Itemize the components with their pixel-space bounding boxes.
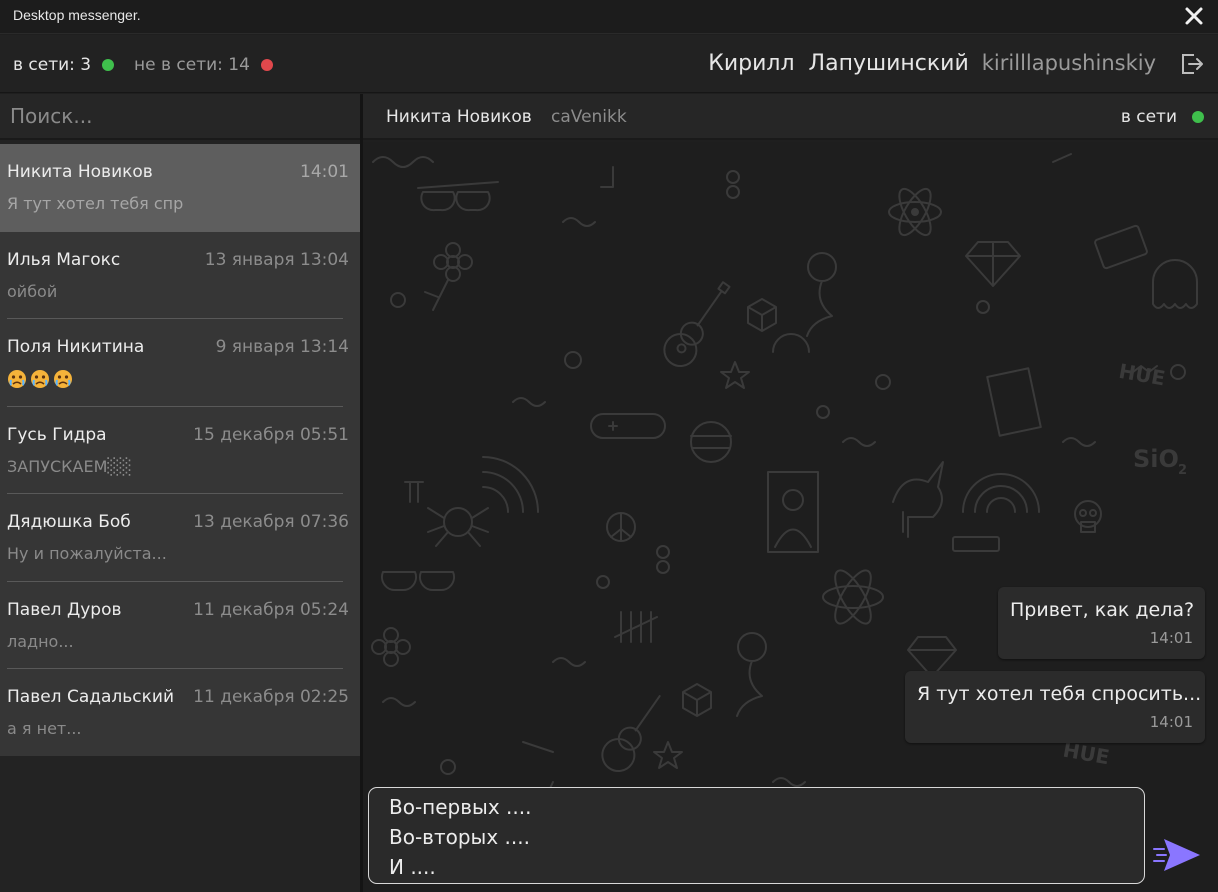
- offline-count-label: не в сети: 14: [134, 55, 250, 75]
- online-count-label: в сети: 3: [13, 55, 92, 75]
- peer-username: caVenikk: [551, 107, 627, 127]
- current-user-username: kirilllapushinskiy: [981, 51, 1156, 75]
- chat-item-gus-gidra[interactable]: Гусь Гидра 15 декабря 05:51 ЗАПУСКАЕМ░░: [0, 407, 360, 494]
- online-indicator: [102, 59, 115, 71]
- search-input[interactable]: [0, 94, 360, 138]
- chat-time: 11 декабря 02:25: [193, 687, 349, 707]
- chat-time: 15 декабря 05:51: [193, 424, 349, 445]
- chat-list: Никита Новиков 14:01 Я тут хотел тебя сп…: [0, 144, 360, 756]
- window-title: Desktop messenger.: [13, 7, 141, 23]
- svg-text:2: 2: [1178, 463, 1187, 478]
- sad-face-emoji-icon: [8, 370, 26, 388]
- online-count: в сети: 3: [13, 55, 115, 75]
- status-bar: в сети: 3 не в сети: 14 Кирилл Лапушинск…: [0, 35, 1218, 93]
- chat-time: 13 января 13:04: [204, 249, 349, 270]
- chat-preview: Ну и пожалуйста...: [7, 544, 167, 563]
- offline-indicator: [260, 59, 273, 71]
- chat-item-pavel-durov[interactable]: Павел Дуров 11 декабря 05:24 ладно...: [0, 582, 360, 669]
- chat-preview: Я тут хотел тебя спр: [7, 194, 184, 213]
- sidebar: Никита Новиков 14:01 Я тут хотел тебя сп…: [0, 94, 360, 892]
- peer-status: в сети: [1120, 107, 1177, 127]
- chat-time: 13 декабря 07:36: [193, 512, 349, 532]
- svg-text:SiO: SiO: [1133, 445, 1179, 473]
- chat-name: Илья Магокс: [7, 249, 121, 270]
- chat-item-pavel-sadalsky[interactable]: Павел Садальский 11 декабря 02:25 а я не…: [0, 669, 360, 757]
- message-area: HUE SiO 2 HUE Привет, как дела? 14:01 Я …: [363, 142, 1218, 892]
- svg-text:HUE: HUE: [1117, 359, 1167, 391]
- chat-item-dyadyushka-bob[interactable]: Дядюшка Боб 13 декабря 07:36 Ну и пожалу…: [0, 494, 360, 582]
- send-icon[interactable]: [1152, 835, 1202, 875]
- chat-preview: а я нет...: [7, 719, 82, 738]
- chat-name: Павел Дуров: [7, 599, 122, 620]
- chat-name: Гусь Гидра: [7, 424, 107, 445]
- offline-count: не в сети: 14: [134, 55, 273, 75]
- current-user-name: Кирилл Лапушинский: [708, 51, 969, 76]
- search-box: [0, 94, 360, 140]
- chat-preview: ладно...: [7, 631, 74, 651]
- chat-item-ilya-magoks[interactable]: Илья Магокс 13 января 13:04 ойбой: [0, 232, 360, 319]
- peer-online-indicator: [1192, 111, 1204, 123]
- message-time: 14:01: [1149, 629, 1193, 647]
- chat-name: Поля Никитина: [7, 337, 145, 357]
- message-bubble: Привет, как дела? 14:01: [998, 587, 1205, 659]
- title-bar: Desktop messenger.: [0, 0, 1218, 34]
- current-user: Кирилл Лапушинский kirilllapushinskiy: [708, 51, 1156, 76]
- message-input[interactable]: [369, 788, 1144, 883]
- chat-time: 9 января 13:14: [215, 337, 349, 357]
- chat-header: Никита Новиков caVenikk в сети: [363, 94, 1218, 140]
- message-time: 14:01: [1149, 713, 1193, 731]
- message-text: Я тут хотел тебя спросить...: [917, 683, 1202, 705]
- chat-time: 11 декабря 05:24: [193, 599, 349, 620]
- chat-name: Павел Садальский: [7, 687, 175, 707]
- logout-icon[interactable]: [1178, 51, 1204, 77]
- chat-name: Никита Новиков: [7, 162, 153, 182]
- chat-preview: ойбой: [7, 281, 58, 301]
- sad-face-emoji-icon: [31, 370, 49, 388]
- chat-preview: [7, 369, 73, 389]
- chat-time: 14:01: [300, 162, 349, 182]
- sad-face-emoji-icon: [54, 370, 72, 388]
- chat-item-nikita-novikov[interactable]: Никита Новиков 14:01 Я тут хотел тебя сп…: [0, 144, 360, 232]
- chat-item-polya-nikitina[interactable]: Поля Никитина 9 января 13:14: [0, 319, 360, 407]
- message-bubble: Я тут хотел тебя спросить... 14:01: [905, 671, 1205, 743]
- chat-name: Дядюшка Боб: [7, 512, 131, 532]
- close-icon[interactable]: [1182, 4, 1206, 28]
- message-composer: [368, 787, 1145, 884]
- peer-name: Никита Новиков: [386, 107, 532, 127]
- message-text: Привет, как дела?: [1010, 599, 1195, 621]
- chat-preview: ЗАПУСКАЕМ░░: [7, 456, 132, 476]
- doodle-background-pattern: HUE SiO 2 HUE: [371, 153, 1198, 817]
